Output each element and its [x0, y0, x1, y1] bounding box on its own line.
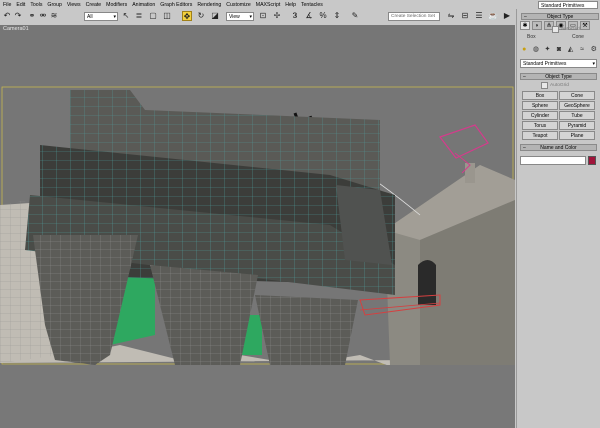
sphere-button[interactable]: Sphere [522, 101, 558, 110]
spinner-snap-icon[interactable]: ⇕ [332, 11, 342, 21]
mirror-icon[interactable]: ⇋ [446, 11, 456, 21]
category-icons: ● ◍ ✦ ◙ ◭ ≈ ⚙ [520, 45, 598, 54]
main-toolbar: ↶ ↷ ⚭ ⚮ ≋ All ↖ ≣ ▢ ◫ ✥ ↻ ◪ View ⊡ ✢ 𝟑 ∡… [0, 9, 515, 26]
cone-button[interactable]: Cone [559, 91, 595, 100]
menu-customize[interactable]: Customize [226, 2, 251, 8]
selection-filter-dropdown[interactable]: All [84, 12, 118, 21]
menu-help[interactable]: Help [285, 2, 296, 8]
menu-edit[interactable]: Edit [16, 2, 25, 8]
object-name-field[interactable] [520, 156, 586, 165]
create-tab-icon[interactable]: ✱ [520, 21, 530, 30]
select-move-icon[interactable]: ✥ [182, 11, 192, 21]
menu-create[interactable]: Create [86, 2, 102, 8]
autogrid-checkbox[interactable]: AutoGrid [541, 82, 569, 89]
menu-tentacles[interactable]: Tentacles [301, 2, 323, 8]
object-type-rollout[interactable]: Object Type [520, 73, 597, 80]
pyramid-button[interactable]: Pyramid [559, 121, 595, 130]
menu: File Edit Tools Group Views Create Modif… [0, 0, 523, 9]
plane-button[interactable]: Plane [559, 131, 595, 140]
autogrid-label: AutoGrid [550, 83, 569, 88]
ref-coord-dropdown[interactable]: View [226, 12, 254, 21]
box-button[interactable]: Box [522, 91, 558, 100]
menu-views[interactable]: Views [67, 2, 81, 8]
menu-graph-editors[interactable]: Graph Editors [160, 2, 192, 8]
select-by-name-icon[interactable]: ≣ [134, 11, 144, 21]
helpers-icon[interactable]: ◭ [566, 45, 575, 54]
select-region-icon[interactable]: ▢ [148, 11, 158, 21]
angle-snap-icon[interactable]: ∡ [304, 11, 314, 21]
percent-snap-icon[interactable]: % [318, 11, 328, 21]
small-autogrid-checkbox[interactable]: AutoGrid [552, 26, 580, 33]
pivot-center-icon[interactable]: ⊡ [258, 11, 268, 21]
redo-icon[interactable]: ↷ [13, 11, 23, 21]
render-icon[interactable]: ☕ [488, 11, 498, 21]
menu-tools[interactable]: Tools [30, 2, 42, 8]
cylinder-button[interactable]: Cylinder [522, 111, 558, 120]
torus-button[interactable]: Torus [522, 121, 558, 130]
select-manipulate-icon[interactable]: ✢ [272, 11, 282, 21]
primitive-category-dropdown[interactable]: Standard Primitives [520, 59, 597, 68]
geometry-icon[interactable]: ● [520, 45, 529, 54]
edit-named-sel-icon[interactable]: ✎ [350, 11, 360, 21]
object-color-swatch[interactable] [588, 156, 596, 165]
named-selection-field[interactable]: Create Selection Set [388, 12, 440, 21]
snap-icon[interactable]: 𝟑 [290, 11, 300, 21]
menu-animation[interactable]: Animation [132, 2, 155, 8]
select-link-icon[interactable]: ⚭ [27, 11, 37, 21]
building-window [418, 260, 436, 305]
camera-viewport[interactable]: Camera01 [0, 25, 515, 428]
menu-group[interactable]: Group [47, 2, 61, 8]
light-gizmo [439, 124, 489, 159]
small-box-button[interactable]: Box [527, 34, 536, 40]
shapes-icon[interactable]: ◍ [532, 45, 541, 54]
small-autogrid-label: AutoGrid [561, 27, 580, 32]
viewport-scene [0, 86, 515, 428]
small-cone-button[interactable]: Cone [572, 34, 584, 40]
cameras-icon[interactable]: ◙ [555, 45, 564, 54]
systems-icon[interactable]: ⚙ [589, 45, 598, 54]
unlink-icon[interactable]: ⚮ [38, 11, 48, 21]
select-scale-icon[interactable]: ◪ [210, 11, 220, 21]
menu-maxscript[interactable]: MAXScript [256, 2, 281, 8]
teapot-button[interactable]: Teapot [522, 131, 558, 140]
lights-icon[interactable]: ✦ [543, 45, 552, 54]
menu-rendering[interactable]: Rendering [197, 2, 221, 8]
window-crossing-icon[interactable]: ◫ [162, 11, 172, 21]
align-icon[interactable]: ⊟ [460, 11, 470, 21]
spacewarps-icon[interactable]: ≈ [578, 45, 587, 54]
name-and-color-rollout[interactable]: Name and Color [520, 144, 597, 151]
menu-modifiers[interactable]: Modifiers [106, 2, 127, 8]
quick-render-icon[interactable]: ▶ [502, 11, 512, 21]
top-object-type-rollout[interactable]: Object Type [521, 13, 599, 20]
menu-file[interactable]: File [3, 2, 11, 8]
select-object-icon[interactable]: ↖ [121, 11, 131, 21]
layer-icon[interactable]: ☰ [474, 11, 484, 21]
tube-button[interactable]: Tube [559, 111, 595, 120]
modify-tab-icon[interactable]: ◗ [532, 21, 542, 30]
command-panel: Object Type ✱ ◗ ⋔ ◉ ▭ ⚒ AutoGrid Box Con… [516, 9, 600, 428]
undo-icon[interactable]: ↶ [2, 11, 12, 21]
viewport-label[interactable]: Camera01 [3, 26, 29, 32]
menu-bar: File Edit Tools Group Views Create Modif… [0, 0, 600, 9]
category-display-field[interactable]: Standard Primitives [538, 1, 598, 9]
utilities-tab-icon[interactable]: ⚒ [580, 21, 590, 30]
select-rotate-icon[interactable]: ↻ [196, 11, 206, 21]
bind-spacewarp-icon[interactable]: ≋ [49, 11, 59, 21]
geosphere-button[interactable]: GeoSphere [559, 101, 595, 110]
top-object-type: Object Type [519, 13, 599, 21]
